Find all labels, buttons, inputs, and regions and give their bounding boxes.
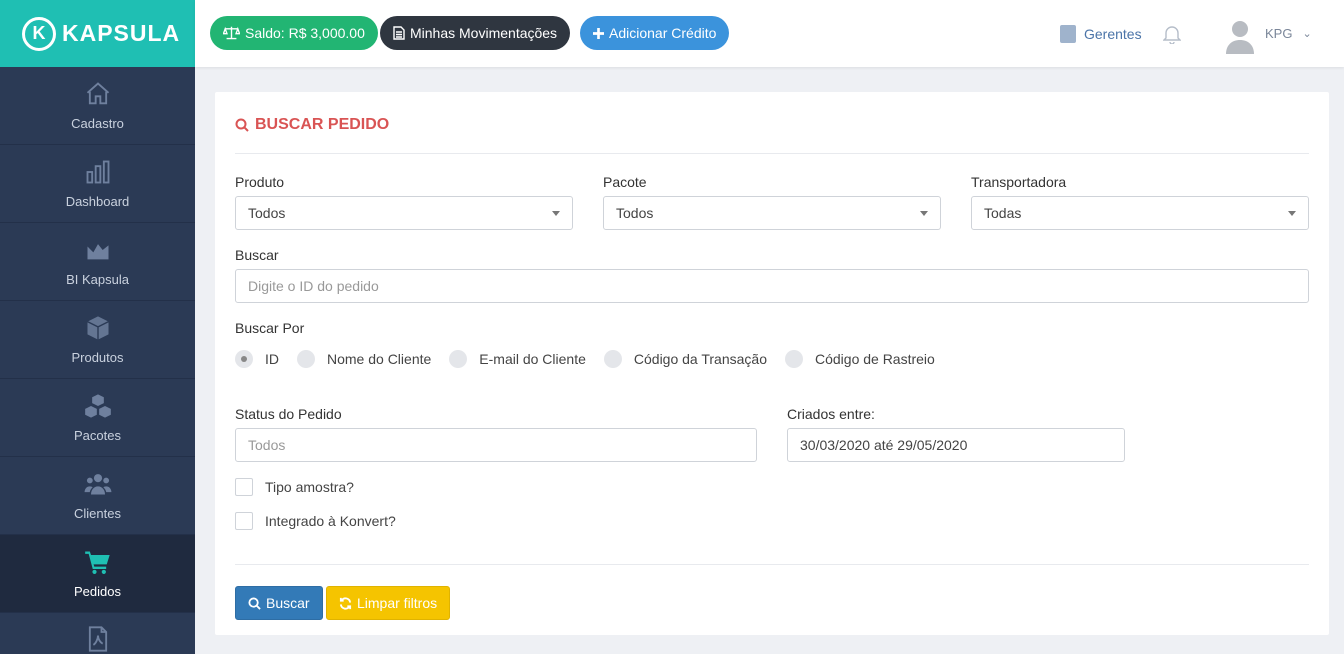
- chevron-down-icon: ⌄: [1302, 28, 1312, 40]
- dropdown-arrow-icon: [920, 210, 928, 216]
- users-icon: [84, 474, 111, 495]
- sidebar-item-bi-kapsula[interactable]: BI Kapsula: [0, 223, 195, 301]
- id-badge-icon: [1060, 25, 1076, 43]
- user-name: KPG: [1265, 26, 1293, 41]
- produto-label: Produto: [235, 174, 285, 190]
- saldo-label: Saldo: R$ 3,000.00: [245, 25, 365, 41]
- produto-value: Todos: [248, 205, 286, 221]
- pacote-select[interactable]: Todos: [603, 196, 941, 230]
- sidebar-item-label: Produtos: [71, 350, 124, 365]
- dropdown-arrow-icon: [1288, 210, 1296, 216]
- limpar-button-label: Limpar filtros: [357, 595, 438, 611]
- radio-codigo-de-rastreio[interactable]: Código de Rastreio: [784, 350, 935, 368]
- radio-dot[interactable]: [235, 350, 253, 368]
- sidebar-item-cadastro[interactable]: Cadastro: [0, 67, 195, 145]
- sidebar-item-label: Cadastro: [71, 116, 124, 131]
- pacote-label: Pacote: [603, 174, 647, 190]
- radio-nome-do-cliente[interactable]: Nome do Cliente: [297, 350, 431, 368]
- avatar: [1226, 21, 1254, 54]
- transportadora-value: Todas: [984, 205, 1022, 221]
- pacote-value: Todos: [616, 205, 654, 221]
- adicionar-label: Adicionar Crédito: [609, 25, 717, 41]
- integrado-konvert-checkbox[interactable]: Integrado à Konvert?: [235, 512, 396, 530]
- sidebar-item-clientes[interactable]: Clientes: [0, 457, 195, 535]
- radio-id[interactable]: ID: [235, 350, 279, 368]
- cart-icon: [84, 551, 110, 575]
- brand-logo[interactable]: K KAPSULA: [0, 0, 195, 67]
- area-chart-icon: [87, 244, 108, 260]
- criados-entre-label: Criados entre:: [787, 406, 875, 422]
- sidebar-item-label: Clientes: [74, 506, 121, 521]
- refresh-icon: [339, 596, 352, 610]
- pdf-file-icon: [88, 626, 107, 652]
- sidebar-item-label: Dashboard: [65, 194, 130, 209]
- bar-chart-icon: [86, 160, 109, 184]
- sidebar-item-pdf[interactable]: [0, 613, 195, 654]
- radio-codigo-da-transacao[interactable]: Código da Transação: [603, 350, 767, 368]
- radio-label: Código da Transação: [633, 351, 767, 367]
- card-title: BUSCAR PEDIDO: [235, 116, 389, 134]
- checkbox-label: Tipo amostra?: [265, 479, 354, 495]
- sidebar-item-label: BI Kapsula: [66, 272, 129, 287]
- radio-label: E-mail do Cliente: [479, 351, 586, 367]
- card-title-text: BUSCAR PEDIDO: [255, 116, 390, 133]
- status-do-pedido-label: Status do Pedido: [235, 406, 342, 422]
- brand-name: KAPSULA: [62, 20, 181, 46]
- divider: [235, 153, 1309, 154]
- transportadora-label: Transportadora: [971, 174, 1067, 190]
- saldo-button[interactable]: Saldo: R$ 3,000.00: [210, 16, 378, 50]
- sidebar-item-dashboard[interactable]: Dashboard: [0, 145, 195, 223]
- radio-label: Código de Rastreio: [814, 351, 935, 367]
- checkbox-box[interactable]: [235, 512, 253, 530]
- buscar-label: Buscar: [235, 247, 279, 263]
- radio-email-do-cliente[interactable]: E-mail do Cliente: [449, 350, 586, 368]
- buscar-por-radio-group: ID Nome do Cliente E-mail do Cliente Cód…: [235, 350, 953, 368]
- buscar-button[interactable]: Buscar: [235, 586, 323, 620]
- sidebar-item-label: Pacotes: [74, 428, 121, 443]
- checkbox-label: Integrado à Konvert?: [265, 513, 396, 529]
- checkbox-box[interactable]: [235, 478, 253, 496]
- balance-scale-icon: [223, 26, 240, 40]
- plus-icon: [593, 27, 604, 39]
- limpar-filtros-button[interactable]: Limpar filtros: [326, 586, 451, 620]
- date-range-input[interactable]: [787, 428, 1125, 462]
- tipo-amostra-checkbox[interactable]: Tipo amostra?: [235, 478, 354, 496]
- adicionar-credito-button[interactable]: Adicionar Crédito: [580, 16, 730, 50]
- radio-label: Nome do Cliente: [327, 351, 432, 367]
- home-icon: [86, 82, 109, 105]
- buscar-input[interactable]: [235, 269, 1309, 303]
- boxes-icon: [84, 394, 111, 418]
- radio-dot[interactable]: [297, 350, 315, 368]
- dropdown-arrow-icon: [552, 210, 560, 216]
- file-text-icon: [393, 26, 405, 40]
- radio-label: ID: [265, 351, 279, 367]
- radio-dot[interactable]: [603, 350, 622, 368]
- status-do-pedido-input[interactable]: [235, 428, 757, 462]
- movimentacoes-label: Minhas Movimentações: [410, 25, 558, 41]
- gerentes-link[interactable]: Gerentes: [1060, 25, 1142, 43]
- buscar-pedido-card: BUSCAR PEDIDO Produto Todos Pacote Todos…: [215, 92, 1329, 635]
- user-menu[interactable]: KPG ⌄: [1225, 18, 1312, 54]
- sidebar-item-pacotes[interactable]: Pacotes: [0, 379, 195, 457]
- gerentes-label: Gerentes: [1084, 26, 1142, 42]
- buscar-por-label: Buscar Por: [235, 320, 305, 336]
- buscar-button-label: Buscar: [266, 595, 310, 611]
- radio-dot[interactable]: [449, 350, 468, 368]
- top-bar: Saldo: R$ 3,000.00 Minhas Movimentações …: [195, 0, 1344, 67]
- sidebar: K KAPSULA Cadastro Dashboard BI Kapsula …: [0, 0, 195, 654]
- search-icon: [248, 596, 261, 610]
- sidebar-item-pedidos[interactable]: Pedidos: [0, 535, 195, 613]
- divider: [235, 564, 1309, 565]
- search-icon: [235, 118, 249, 132]
- sidebar-item-produtos[interactable]: Produtos: [0, 301, 195, 379]
- notifications-bell-icon[interactable]: [1162, 24, 1182, 47]
- logo-mark-icon: K: [22, 16, 56, 51]
- transportadora-select[interactable]: Todas: [971, 196, 1309, 230]
- box-icon: [86, 316, 109, 340]
- sidebar-item-label: Pedidos: [74, 584, 121, 599]
- produto-select[interactable]: Todos: [235, 196, 573, 230]
- radio-dot[interactable]: [784, 350, 803, 368]
- minhas-movimentacoes-button[interactable]: Minhas Movimentações: [380, 16, 571, 50]
